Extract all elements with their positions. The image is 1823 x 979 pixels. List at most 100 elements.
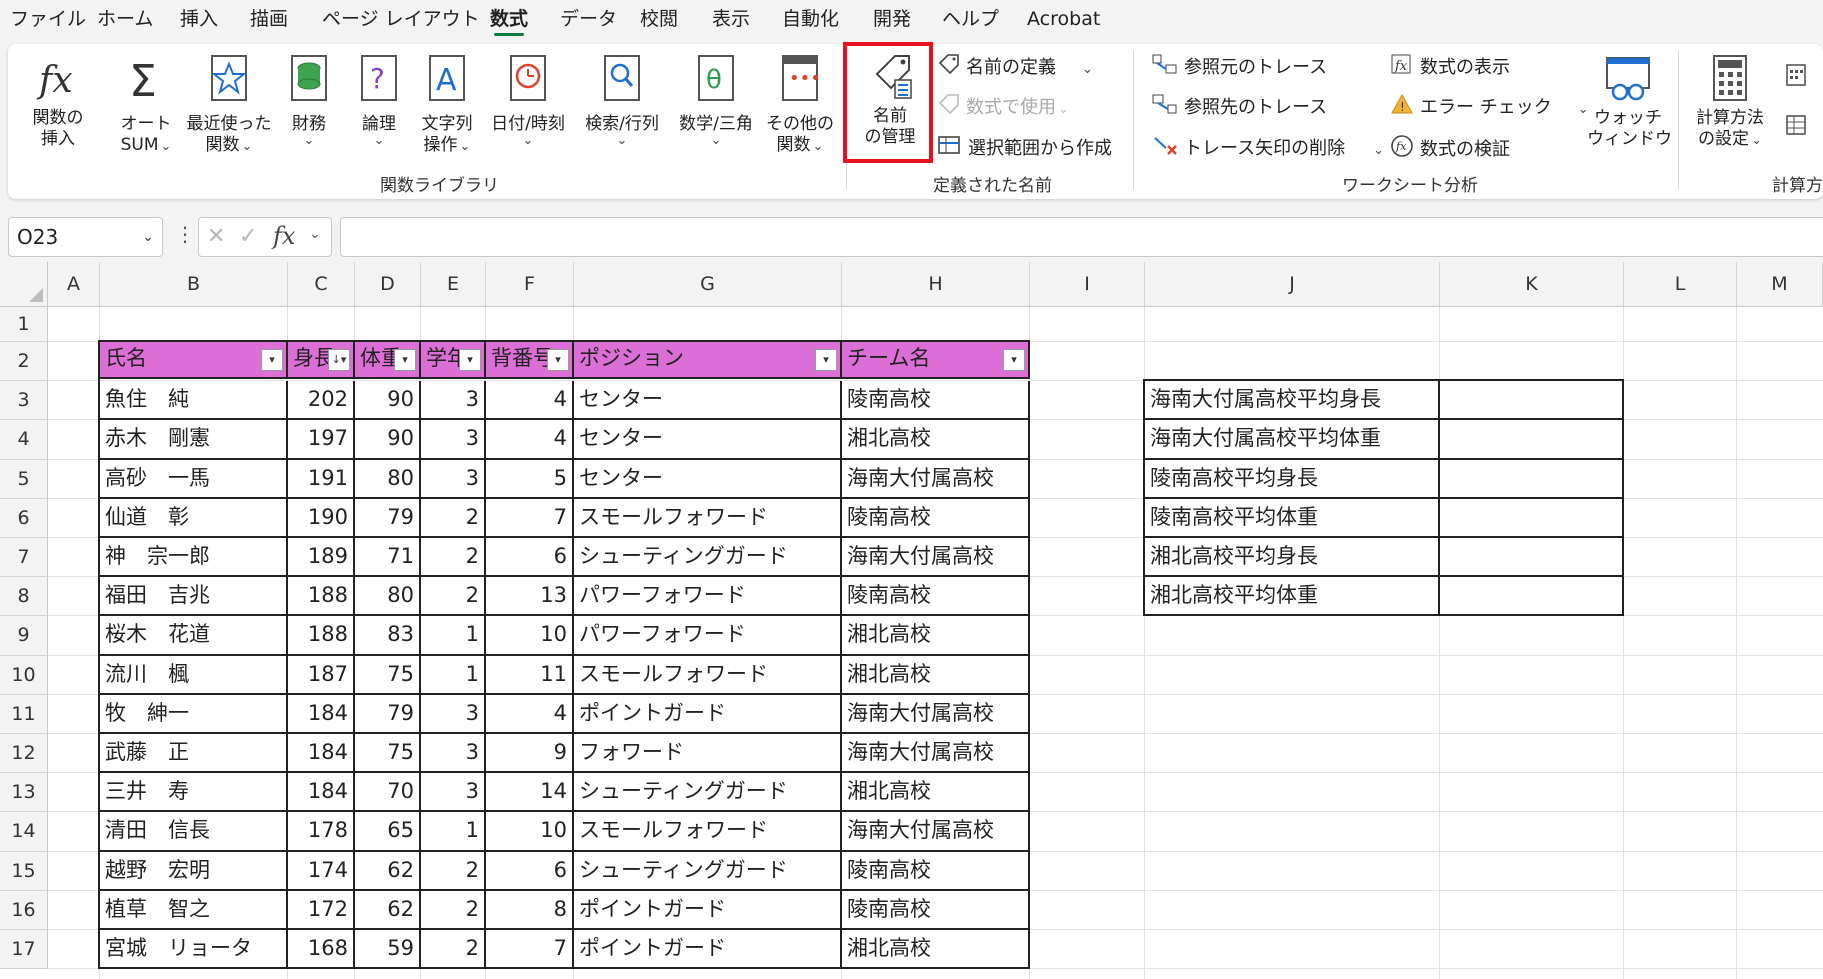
- table-cell[interactable]: 2: [421, 577, 486, 617]
- math-trig-button[interactable]: θ 数学/三角 ⌄: [672, 54, 760, 147]
- row-header[interactable]: 13: [0, 773, 48, 813]
- autosum-button[interactable]: Σ オート SUM ⌄: [110, 54, 182, 157]
- table-cell[interactable]: 三井 寿: [100, 773, 288, 813]
- column-header-e[interactable]: E: [421, 262, 486, 307]
- calculate-now-button[interactable]: [1785, 63, 1813, 89]
- row-header[interactable]: 10: [0, 655, 48, 695]
- table-cell[interactable]: シューティングガード: [574, 851, 842, 891]
- table-cell[interactable]: 2: [421, 538, 486, 578]
- select-all-corner[interactable]: [0, 262, 48, 307]
- financial-button[interactable]: 財務 ⌄: [284, 54, 334, 147]
- table-cell[interactable]: 1: [421, 616, 486, 656]
- table-cell[interactable]: 83: [355, 616, 421, 656]
- table-cell[interactable]: 2: [421, 890, 486, 930]
- watch-window-button[interactable]: ウォッチ ウィンドウ: [1587, 54, 1672, 150]
- table-cell[interactable]: 3: [421, 773, 486, 813]
- row-header[interactable]: 14: [0, 812, 48, 852]
- tab-automate[interactable]: 自動化: [782, 6, 839, 32]
- summary-label-cell[interactable]: 海南大付属高校平均体重: [1145, 420, 1440, 460]
- table-cell[interactable]: ポイントガード: [574, 890, 842, 930]
- table-cell[interactable]: 7: [486, 498, 574, 538]
- insert-function-button[interactable]: fx 関数の 挿入: [22, 54, 94, 150]
- row-header[interactable]: 17: [0, 930, 48, 970]
- table-cell[interactable]: 9: [486, 734, 574, 774]
- table-cell[interactable]: 90: [355, 381, 421, 421]
- tab-developer[interactable]: 開発: [873, 6, 911, 32]
- table-cell[interactable]: 植草 智之: [100, 890, 288, 930]
- chevron-down-icon[interactable]: ⌄: [309, 226, 321, 242]
- table-cell[interactable]: 2: [421, 930, 486, 970]
- table-cell[interactable]: 3: [421, 381, 486, 421]
- tab-page-layout[interactable]: ページ レイアウト: [322, 6, 480, 32]
- table-cell[interactable]: 仙道 彰: [100, 498, 288, 538]
- table-cell[interactable]: 71: [355, 538, 421, 578]
- table-cell[interactable]: 70: [355, 773, 421, 813]
- table-cell[interactable]: 5: [486, 459, 574, 499]
- chevron-down-icon[interactable]: ⌄: [142, 218, 154, 256]
- table-cell[interactable]: シューティングガード: [574, 773, 842, 813]
- enter-check-icon[interactable]: ✓: [239, 224, 257, 249]
- table-cell[interactable]: 福田 吉兆: [100, 577, 288, 617]
- tab-view[interactable]: 表示: [712, 6, 750, 32]
- table-cell[interactable]: センター: [574, 381, 842, 421]
- table-cell[interactable]: 11: [486, 655, 574, 695]
- table-cell[interactable]: 80: [355, 577, 421, 617]
- table-cell[interactable]: 赤木 剛憲: [100, 420, 288, 460]
- table-cell[interactable]: 越野 宏明: [100, 851, 288, 891]
- table-cell[interactable]: 90: [355, 420, 421, 460]
- filter-dropdown-icon[interactable]: ▾: [459, 349, 481, 371]
- table-cell[interactable]: 陵南高校: [842, 577, 1030, 617]
- table-cell[interactable]: 62: [355, 890, 421, 930]
- calculation-options-button[interactable]: 計算方法 の設定 ⌄: [1688, 54, 1772, 151]
- table-cell[interactable]: 7: [486, 930, 574, 970]
- table-cell[interactable]: 陵南高校: [842, 498, 1030, 538]
- column-header-g[interactable]: G: [574, 262, 842, 307]
- worksheet-grid[interactable]: A B C D E F G H I J K L M 1 2 3 4 5 6 7 8 9 10 11 12 13 14 15 16 17 氏名…: [0, 262, 1823, 979]
- show-formulas-button[interactable]: fx 数式の表示: [1390, 53, 1510, 79]
- filter-dropdown-icon[interactable]: ▾: [394, 349, 416, 371]
- name-box[interactable]: O23 ⌄: [8, 217, 163, 257]
- table-cell[interactable]: フォワード: [574, 734, 842, 774]
- table-cell[interactable]: シューティングガード: [574, 538, 842, 578]
- table-cell[interactable]: 湘北高校: [842, 773, 1030, 813]
- table-cell[interactable]: 清田 信長: [100, 812, 288, 852]
- table-cell[interactable]: 1: [421, 655, 486, 695]
- column-header-b[interactable]: B: [100, 262, 288, 307]
- table-cell[interactable]: 168: [288, 930, 355, 970]
- row-header[interactable]: 7: [0, 538, 48, 578]
- table-cell[interactable]: 10: [486, 812, 574, 852]
- tab-acrobat[interactable]: Acrobat: [1027, 6, 1100, 32]
- table-header-cell[interactable]: チーム名 ▾: [842, 342, 1030, 379]
- table-cell[interactable]: ポイントガード: [574, 694, 842, 734]
- row-header[interactable]: 5: [0, 459, 48, 499]
- tab-file[interactable]: ファイル: [10, 6, 86, 32]
- table-cell[interactable]: 189: [288, 538, 355, 578]
- table-cell[interactable]: 188: [288, 577, 355, 617]
- table-cell[interactable]: 191: [288, 459, 355, 499]
- table-cell[interactable]: 190: [288, 498, 355, 538]
- table-cell[interactable]: 牧 紳一: [100, 694, 288, 734]
- insert-function-icon[interactable]: fx: [273, 222, 295, 250]
- table-cell[interactable]: 75: [355, 734, 421, 774]
- table-cell[interactable]: パワーフォワード: [574, 577, 842, 617]
- error-checking-button[interactable]: ! エラー チェック ⌄: [1390, 93, 1589, 119]
- table-cell[interactable]: 4: [486, 420, 574, 460]
- table-cell[interactable]: 2: [421, 851, 486, 891]
- table-cell[interactable]: 172: [288, 890, 355, 930]
- table-header-cell[interactable]: 学年 ▾: [421, 342, 486, 379]
- lookup-reference-button[interactable]: 検索/行列 ⌄: [578, 54, 666, 147]
- row-header[interactable]: 11: [0, 694, 48, 734]
- row-header[interactable]: 16: [0, 890, 48, 930]
- tab-insert[interactable]: 挿入: [180, 6, 218, 32]
- table-header-cell[interactable]: 氏名 ▾: [100, 342, 288, 379]
- row-header[interactable]: 1: [0, 307, 48, 342]
- row-header[interactable]: 8: [0, 577, 48, 617]
- summary-value-cell[interactable]: [1440, 420, 1624, 460]
- table-header-cell[interactable]: ポジション ▾: [574, 342, 842, 379]
- table-cell[interactable]: 197: [288, 420, 355, 460]
- sort-filter-icon[interactable]: ↓▾: [328, 349, 350, 371]
- table-cell[interactable]: 海南大付属高校: [842, 734, 1030, 774]
- table-cell[interactable]: 桜木 花道: [100, 616, 288, 656]
- table-cell[interactable]: 武藤 正: [100, 734, 288, 774]
- table-cell[interactable]: 高砂 一馬: [100, 459, 288, 499]
